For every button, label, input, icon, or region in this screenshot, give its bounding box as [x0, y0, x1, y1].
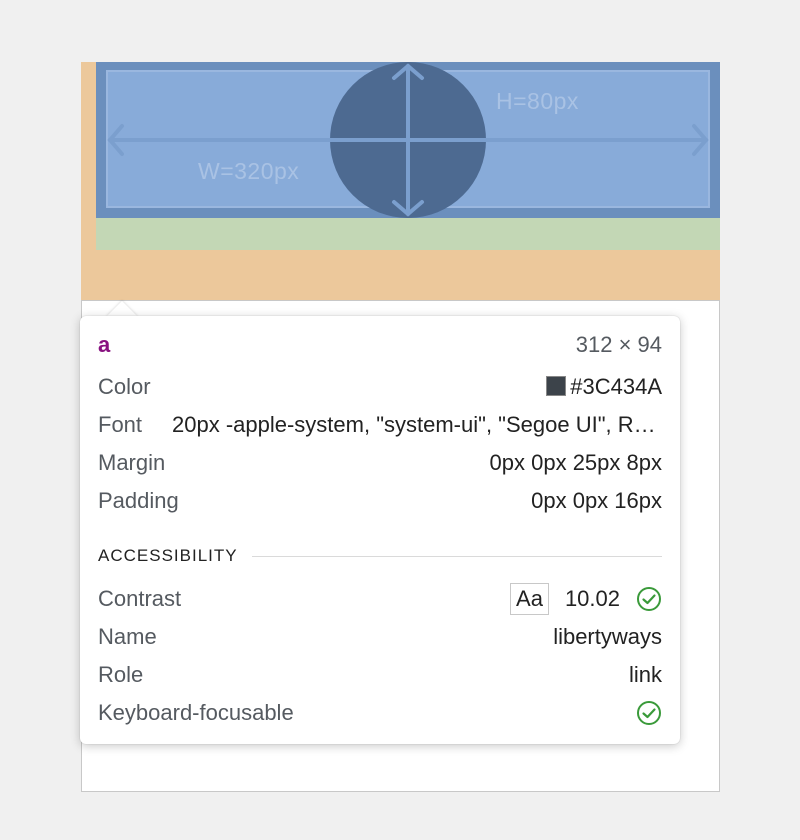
height-measure-label: H=80px	[496, 88, 579, 114]
color-row: Color #3C434A	[98, 372, 662, 402]
padding-label: Padding	[98, 488, 179, 513]
padding-row: Padding 0px 0px 16px	[98, 486, 662, 516]
keyboard-focusable-label: Keyboard-focusable	[98, 700, 294, 725]
margin-row: Margin 0px 0px 25px 8px	[98, 448, 662, 478]
tooltip-header: a 312 × 94	[98, 330, 662, 360]
contrast-ratio: 10.02	[564, 586, 620, 611]
contrast-label: Contrast	[98, 586, 182, 611]
element-dimensions: 312 × 94	[575, 332, 662, 357]
font-row: Font 20px -apple-system, "system-ui", "S…	[98, 410, 662, 440]
color-label: Color	[98, 374, 151, 399]
color-swatch	[546, 376, 567, 396]
check-circle-icon	[637, 587, 661, 611]
section-divider	[251, 555, 662, 557]
devtools-inspect-stage: W=320px H=80px a 312 × 94 Color #3C434A …	[0, 0, 800, 840]
accessibility-section-header: ACCESSIBILITY	[98, 544, 662, 568]
name-value: libertyways	[553, 624, 662, 649]
font-value: 20px -apple-system, "system-ui", "Segoe …	[172, 412, 662, 437]
accessibility-title: ACCESSIBILITY	[98, 546, 238, 565]
role-value: link	[628, 662, 662, 687]
contrast-sample: Aa	[510, 583, 549, 615]
name-label: Name	[98, 624, 157, 649]
name-row: Name libertyways	[98, 622, 662, 652]
tooltip-pointer	[106, 301, 138, 317]
margin-value: 0px 0px 25px 8px	[489, 450, 662, 475]
role-label: Role	[98, 662, 144, 687]
measurement-graphic	[107, 62, 709, 218]
contrast-row: Contrast Aa 10.02	[98, 583, 662, 615]
role-row: Role link	[98, 660, 662, 690]
margin-label: Margin	[98, 450, 166, 475]
color-value: #3C434A	[570, 374, 662, 399]
keyboard-focusable-row: Keyboard-focusable	[98, 698, 662, 728]
check-circle-icon	[637, 701, 661, 725]
contrast-value-wrap: Aa 10.02	[510, 583, 662, 615]
inspect-tooltip: a 312 × 94 Color #3C434A Font 20px -appl…	[80, 316, 680, 744]
font-label: Font	[98, 412, 143, 437]
color-value-wrap: #3C434A	[546, 374, 662, 400]
width-measure-label: W=320px	[198, 158, 300, 184]
element-tag: a	[98, 332, 111, 357]
padding-value: 0px 0px 16px	[531, 488, 662, 513]
